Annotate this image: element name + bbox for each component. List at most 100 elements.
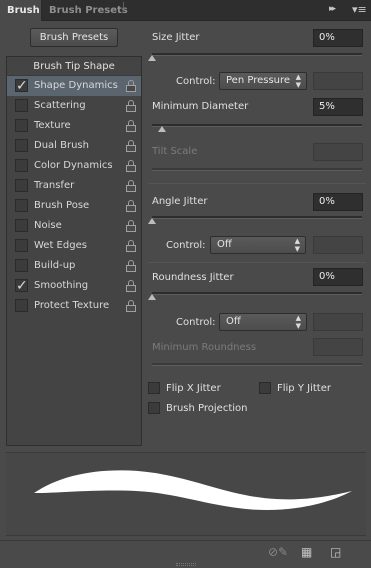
angle-jitter-slider-thumb[interactable]	[148, 218, 156, 224]
size-jitter-control-value: Pen Pressure	[226, 75, 291, 86]
brush-option-checkbox[interactable]	[15, 119, 28, 132]
angle-jitter-value[interactable]: 0%	[313, 193, 363, 211]
lock-icon[interactable]	[126, 300, 136, 312]
lock-icon[interactable]	[126, 140, 136, 152]
flip-x-jitter-checkbox[interactable]	[148, 382, 160, 394]
brush-option-label: Dual Brush	[34, 140, 89, 151]
lock-icon[interactable]	[126, 100, 136, 112]
brush-option-item[interactable]: Wet Edges	[7, 236, 141, 256]
brush-option-label: Smoothing	[34, 280, 89, 291]
brush-option-label: Shape Dynamics	[34, 80, 118, 91]
lock-icon[interactable]	[126, 240, 136, 252]
brush-option-checkbox[interactable]	[15, 259, 28, 272]
panel-menu-icon[interactable]: ▾≡	[352, 3, 367, 16]
brush-option-checkbox[interactable]	[15, 139, 28, 152]
lock-icon[interactable]	[126, 220, 136, 232]
size-jitter-control-select[interactable]: Pen Pressure ▲ ▼	[219, 72, 307, 90]
brush-option-checkbox[interactable]	[15, 219, 28, 232]
tab-brush[interactable]: Brush	[0, 0, 42, 21]
roundness-jitter-label: Roundness Jitter	[152, 272, 234, 283]
roundness-jitter-control-value: Off	[226, 316, 241, 327]
brush-option-checkbox[interactable]	[15, 99, 28, 112]
checkmark-icon: ✓	[16, 278, 28, 294]
brush-presets-button[interactable]: Brush Presets	[30, 28, 118, 47]
roundness-jitter-slider[interactable]	[152, 292, 362, 295]
section-divider	[148, 262, 366, 263]
lock-icon[interactable]	[126, 260, 136, 272]
brush-option-label: Color Dynamics	[34, 160, 113, 171]
brush-option-label: Protect Texture	[34, 300, 110, 311]
brush-option-item[interactable]: Dual Brush	[7, 136, 141, 156]
size-jitter-label: Size Jitter	[152, 32, 200, 43]
brush-option-item[interactable]: Texture	[7, 116, 141, 136]
brush-option-checkbox[interactable]: ✓	[15, 78, 28, 94]
tab-brush-presets[interactable]: Brush Presets	[42, 0, 135, 21]
panel-tab-bar: Brush Brush Presets | ▸▸ ▾≡	[0, 0, 371, 21]
flip-x-jitter-label: Flip X Jitter	[166, 383, 221, 394]
brush-option-checkbox[interactable]	[15, 159, 28, 172]
grid-icon[interactable]: ▦	[301, 545, 312, 559]
brush-option-label: Wet Edges	[34, 240, 87, 251]
brush-option-label: Noise	[34, 220, 62, 231]
brush-option-item[interactable]: ✓ Shape Dynamics	[7, 76, 141, 96]
lock-icon[interactable]	[126, 160, 136, 172]
brush-option-item[interactable]: Color Dynamics	[7, 156, 141, 176]
brush-option-item[interactable]: ✓ Smoothing	[7, 276, 141, 296]
brush-option-item[interactable]: Brush Pose	[7, 196, 141, 216]
brush-tip-shape-item[interactable]: Brush Tip Shape	[7, 57, 141, 76]
brush-projection-checkbox[interactable]	[148, 402, 160, 414]
brush-option-item[interactable]: Transfer	[7, 176, 141, 196]
brush-stroke-shape	[34, 470, 352, 511]
brush-option-checkbox[interactable]: ✓	[15, 278, 28, 294]
select-arrows-icon: ▲ ▼	[295, 73, 301, 89]
brush-option-label: Texture	[34, 120, 71, 131]
minimum-diameter-slider[interactable]	[152, 124, 362, 127]
lock-icon[interactable]	[126, 280, 136, 292]
minimum-diameter-slider-thumb[interactable]	[158, 126, 166, 132]
minimum-roundness-label: Minimum Roundness	[152, 342, 257, 353]
lock-icon[interactable]	[126, 180, 136, 192]
angle-jitter-control-value: Off	[217, 239, 232, 250]
brush-option-item[interactable]: Build-up	[7, 256, 141, 276]
tilt-scale-slider	[152, 168, 362, 171]
size-jitter-control-extra-field	[313, 72, 363, 90]
tilt-scale-label: Tilt Scale	[152, 146, 198, 157]
brush-option-item[interactable]: Noise	[7, 216, 141, 236]
angle-jitter-slider[interactable]	[152, 216, 362, 219]
brush-option-label: Transfer	[34, 180, 75, 191]
size-jitter-slider-thumb[interactable]	[148, 55, 156, 61]
minimum-roundness-slider	[152, 363, 362, 366]
lock-icon[interactable]	[126, 80, 136, 92]
flip-y-jitter-checkbox[interactable]	[259, 382, 271, 394]
roundness-jitter-value[interactable]: 0%	[313, 268, 363, 286]
lock-icon[interactable]	[126, 120, 136, 132]
roundness-jitter-slider-thumb[interactable]	[148, 294, 156, 300]
minimum-diameter-label: Minimum Diameter	[152, 101, 249, 112]
roundness-jitter-control-select[interactable]: Off ▲ ▼	[219, 313, 307, 331]
brush-option-label: Scattering	[34, 100, 86, 111]
brush-option-checkbox[interactable]	[15, 199, 28, 212]
tab-separator-icon: |	[122, 2, 126, 12]
brush-toggle-icon[interactable]: ⊘✎	[268, 545, 288, 559]
angle-jitter-label: Angle Jitter	[152, 196, 208, 207]
new-preset-icon[interactable]: ◲	[330, 545, 341, 559]
brush-option-label: Build-up	[34, 260, 76, 271]
minimum-diameter-value[interactable]: 5%	[313, 98, 363, 116]
resize-grip[interactable]	[176, 563, 196, 566]
angle-jitter-control-select[interactable]: Off ▲ ▼	[210, 236, 306, 254]
lock-icon[interactable]	[126, 200, 136, 212]
size-jitter-value[interactable]: 0%	[313, 29, 363, 47]
collapse-icon[interactable]: ▸▸	[329, 4, 336, 14]
brush-option-checkbox[interactable]	[15, 239, 28, 252]
brush-option-item[interactable]: Protect Texture	[7, 296, 141, 316]
brush-option-checkbox[interactable]	[15, 299, 28, 312]
size-jitter-slider[interactable]	[152, 53, 362, 56]
section-divider	[148, 183, 366, 184]
angle-jitter-control-label: Control:	[166, 240, 206, 251]
tilt-scale-value	[313, 143, 363, 161]
roundness-jitter-control-extra-field	[313, 313, 363, 331]
roundness-jitter-control-label: Control:	[176, 317, 216, 328]
brush-option-checkbox[interactable]	[15, 179, 28, 192]
brush-option-item[interactable]: Scattering	[7, 96, 141, 116]
brush-option-label: Brush Pose	[34, 200, 90, 211]
